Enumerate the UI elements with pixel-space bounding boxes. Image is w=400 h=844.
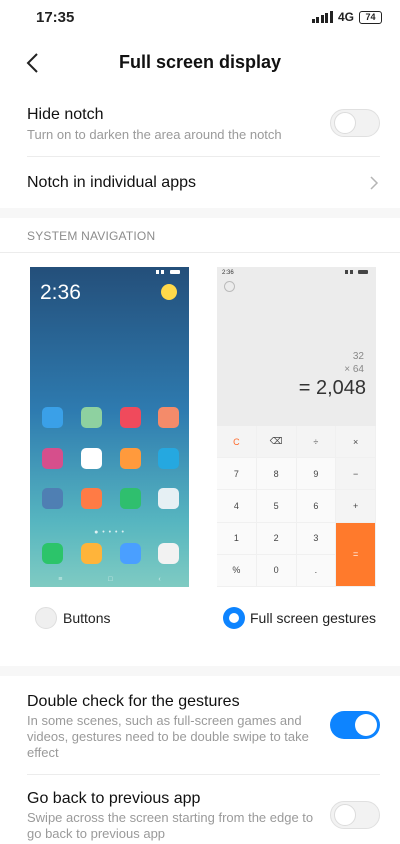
go-back-title: Go back to previous app [27, 790, 201, 807]
calc-result: = 2,048 [298, 377, 366, 399]
toggle-knob [334, 804, 356, 826]
calc-key: 7 [217, 458, 257, 491]
double-check-title: Double check for the gestures [27, 693, 240, 710]
go-back-row[interactable]: Go back to previous app Swipe across the… [0, 775, 400, 844]
status-icons: 4G 74 [311, 10, 382, 24]
hide-notch-title: Hide notch [27, 106, 104, 123]
calc-key: × [336, 426, 376, 459]
battery-level: 74 [365, 11, 376, 22]
weather-app-icon [42, 407, 63, 428]
go-back-toggle[interactable] [330, 801, 380, 829]
calc-key: 2 [256, 522, 297, 555]
calc-key: 1 [217, 522, 257, 555]
hide-notch-toggle[interactable] [330, 109, 380, 137]
hide-notch-row[interactable]: Hide notch Turn on to darken the area ar… [0, 90, 400, 156]
play-store-icon [81, 448, 102, 469]
section-label-system-navigation: SYSTEM NAVIGATION [27, 229, 156, 243]
calc-key: 5 [256, 490, 297, 523]
phone-app-icon [42, 543, 63, 564]
notch-settings-card: Hide notch Turn on to darken the area ar… [0, 90, 400, 208]
option-full-screen-gestures[interactable]: Full screen gestures [218, 604, 388, 632]
calc-key: C [217, 426, 257, 459]
hide-notch-subtitle: Turn on to darken the area around the no… [27, 127, 282, 142]
star-app-icon [42, 448, 63, 469]
calc-menu-icon [224, 281, 235, 292]
calc-key: 6 [296, 490, 337, 523]
option-buttons[interactable]: Buttons [30, 604, 180, 632]
buttons-preview[interactable]: 2:36 ● • • • • ≡ □ ‹ [30, 267, 189, 587]
gesture-settings-card: Double check for the gestures In some sc… [0, 676, 400, 844]
calc-key: 8 [256, 458, 297, 491]
calc-status-icons [345, 270, 368, 274]
page-title: Full screen display [118, 52, 282, 72]
calc-key: 0 [256, 554, 297, 587]
buttons-label: Buttons [63, 610, 111, 626]
calc-display: 2:36 32 × 64 = 2,048 [217, 267, 376, 426]
chevron-right-icon [370, 176, 379, 190]
double-check-row[interactable]: Double check for the gestures In some sc… [0, 676, 400, 774]
toggle-knob [334, 112, 356, 134]
calc-key: 4 [217, 490, 257, 523]
settings-app-icon [42, 488, 63, 509]
notch-apps-row[interactable]: Notch in individual apps [0, 157, 400, 208]
calc-key: + [336, 490, 376, 523]
double-check-toggle[interactable] [330, 711, 380, 739]
calc-key: ÷ [296, 426, 337, 459]
calc-operand-2: × 64 [344, 364, 364, 375]
calc-keypad: C ⌫ ÷ × 7 8 9 − 4 5 6 + 1 2 3 = % 0 . [217, 426, 376, 587]
notes-app-icon [120, 448, 141, 469]
gestures-preview[interactable]: 2:36 32 × 64 = 2,048 C ⌫ ÷ × 7 8 9 − 4 5… [217, 267, 376, 587]
tools-folder-icon [158, 488, 179, 509]
themes-app-icon [158, 407, 179, 428]
files-app-icon [158, 448, 179, 469]
signal-icon [311, 11, 333, 23]
calc-operand-1: 32 [352, 351, 364, 362]
network-type: 4G [337, 10, 354, 24]
buttons-radio[interactable] [35, 607, 57, 629]
browser-app-icon [120, 543, 141, 564]
calc-key: % [217, 554, 257, 587]
gestures-label: Full screen gestures [250, 610, 377, 626]
weather-icon [161, 284, 177, 300]
security-app-icon [120, 488, 141, 509]
status-bar: 17:35 4G 74 [0, 0, 400, 36]
go-back-subtitle: Swipe across the screen starting from th… [27, 810, 314, 841]
music-app-icon [120, 407, 141, 428]
notch-apps-title: Notch in individual apps [27, 174, 196, 191]
calc-key: − [336, 458, 376, 491]
header: Full screen display [0, 36, 400, 90]
status-time: 17:35 [36, 9, 75, 26]
divider [0, 252, 400, 253]
calc-key: 3 [296, 522, 337, 555]
messages-app-icon [81, 543, 102, 564]
calc-key: . [296, 554, 337, 587]
calc-key: ⌫ [256, 426, 297, 459]
battery-icon: 74 [359, 10, 382, 24]
toggle-knob [355, 714, 377, 736]
gallery-app-icon [81, 407, 102, 428]
page-dots: ● • • • • [94, 529, 125, 536]
preview-clock: 2:36 [40, 281, 81, 304]
calc-key: 9 [296, 458, 337, 491]
calc-key-equals: = [336, 522, 376, 587]
mi-store-icon [81, 488, 102, 509]
gestures-radio[interactable] [223, 607, 245, 629]
double-check-subtitle: In some scenes, such as full-screen game… [27, 713, 309, 760]
preview-nav-buttons: ≡ □ ‹ [58, 576, 183, 583]
preview-status-icons [156, 270, 180, 274]
camera-app-icon [158, 543, 179, 564]
